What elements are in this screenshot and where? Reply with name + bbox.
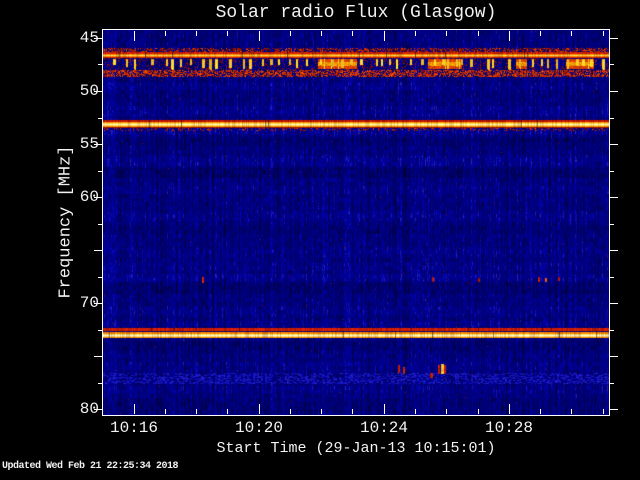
y-axis-label-text: Frequency [MHz]	[56, 145, 76, 299]
x-tick-label: 10:28	[484, 419, 533, 437]
y-axis-tick	[610, 356, 618, 357]
y-axis-label: Frequency [MHz]	[57, 145, 76, 298]
x-tick-label: 10:16	[109, 419, 158, 437]
chart-title: Solar radio Flux (Glasgow)	[215, 3, 497, 23]
y-axis-tick	[94, 197, 102, 198]
y-axis-minor-tick	[610, 330, 614, 331]
x-tick-label: 10:20	[234, 419, 283, 437]
y-axis-minor-tick	[610, 383, 614, 384]
y-axis-tick	[610, 91, 618, 92]
y-axis-tick	[610, 409, 618, 410]
y-axis-tick	[610, 197, 618, 198]
y-axis-minor-tick	[610, 224, 614, 225]
y-axis-tick	[94, 303, 102, 304]
x-axis-label: Start Time (29-Jan-13 10:15:01)	[216, 440, 496, 457]
y-axis-minor-tick	[610, 118, 614, 119]
y-axis-minor-tick	[610, 171, 614, 172]
x-tick-label: 10:24	[359, 419, 408, 437]
y-tick-label: 80	[79, 400, 99, 418]
y-axis-tick	[610, 38, 618, 39]
y-axis-tick	[94, 38, 102, 39]
plot-border	[102, 29, 610, 416]
solar-radio-flux-page: Solar radio Flux (Glasgow) Frequency [MH…	[0, 0, 640, 480]
y-axis-tick	[610, 303, 618, 304]
y-axis-tick	[94, 250, 102, 251]
y-axis-tick	[94, 356, 102, 357]
updated-timestamp: Updated Wed Feb 21 22:25:34 2018	[2, 461, 179, 472]
y-tick-label: 45	[79, 29, 99, 47]
y-axis-tick	[94, 91, 102, 92]
y-tick-label: 50	[79, 82, 99, 100]
y-axis-tick	[610, 144, 618, 145]
y-axis-minor-tick	[610, 277, 614, 278]
y-axis-minor-tick	[610, 64, 614, 65]
y-axis-tick	[610, 250, 618, 251]
y-axis-tick	[94, 144, 102, 145]
y-axis-tick	[94, 409, 102, 410]
